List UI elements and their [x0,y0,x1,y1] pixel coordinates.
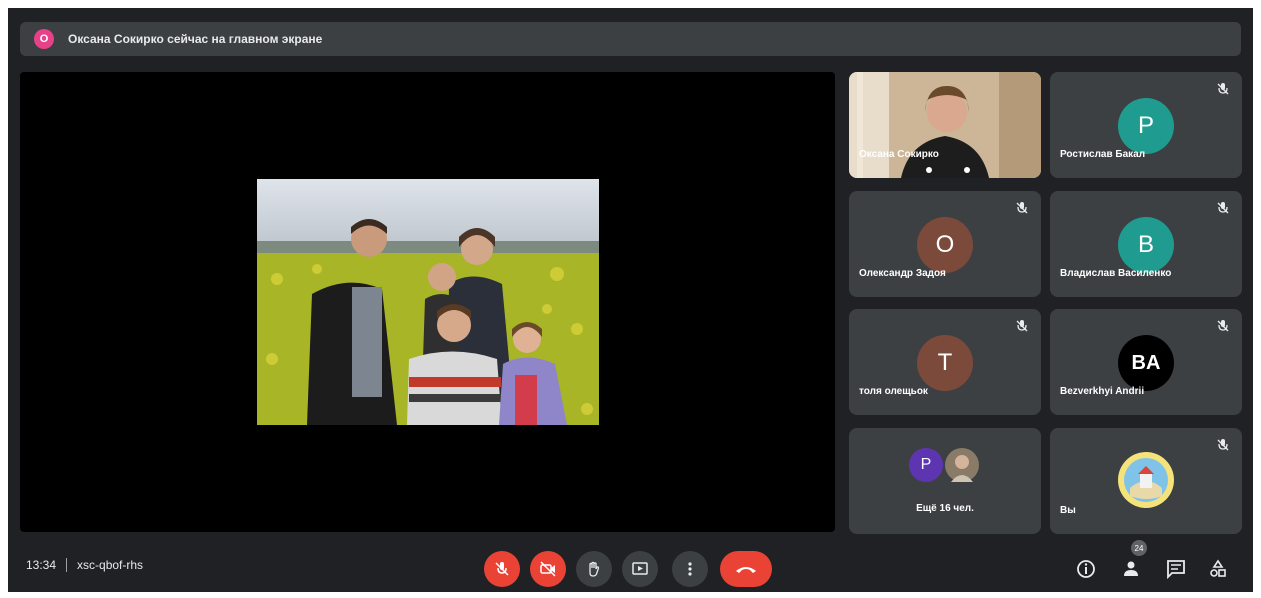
presenter-banner: O Оксана Сокирко сейчас на главном экран… [20,22,1241,56]
info-icon[interactable] [1075,558,1097,580]
chat-icon[interactable] [1165,558,1187,580]
camera-toggle-button[interactable] [530,551,566,587]
mic-off-icon [495,562,509,576]
mic-off-icon [1217,202,1229,214]
end-call-button[interactable] [720,551,772,587]
more-options-button[interactable] [672,551,708,587]
mic-off-icon [1217,439,1229,451]
participant-name: Ростислав Бакал [1060,149,1146,160]
self-avatar-emblem [1118,452,1174,508]
shared-photo [257,179,599,425]
participant-name: Оксана Сокирко [859,149,939,160]
self-tile[interactable]: Вы [1050,428,1242,534]
mic-off-icon [1217,320,1229,332]
present-button[interactable] [622,551,658,587]
participant-name: Bezverkhyi Andrii [1060,386,1145,397]
bottom-toolbar: 13:34 xsc-qbof-rhs 24 [8,538,1253,592]
participant-tile-oksana[interactable]: Оксана Сокирко [849,72,1041,178]
participant-name: Олександр Задоя [859,268,946,279]
meeting-info: 13:34 xsc-qbof-rhs [26,558,143,572]
activities-icon[interactable] [1207,558,1229,580]
more-participants-tile[interactable]: P Ещё 16 чел. [849,428,1041,534]
participant-tile-bezverkhyi[interactable]: BA Bezverkhyi Andrii [1050,309,1242,415]
participant-avatar: T [917,335,973,391]
participants-count-badge: 24 [1131,540,1147,556]
people-icon[interactable] [1120,558,1142,580]
mic-toggle-button[interactable] [484,551,520,587]
participant-tile-oleksandr[interactable]: O Олександр Задоя [849,191,1041,297]
clock-time: 13:34 [26,558,57,572]
participant-name: толя олещьок [859,386,928,397]
divider [66,558,68,572]
mic-off-icon [1016,202,1028,214]
participant-avatar: P [909,448,943,482]
participant-tile-tolya[interactable]: T толя олещьок [849,309,1041,415]
mic-off-icon [1217,83,1229,95]
camera-off-icon [540,561,556,577]
meeting-code: xsc-qbof-rhs [77,558,144,572]
more-icon [688,562,692,576]
meet-window: O Оксана Сокирко сейчас на главном экран… [8,8,1253,592]
present-icon [632,562,648,575]
raise-hand-button[interactable] [576,551,612,587]
presenter-banner-text: Оксана Сокирко сейчас на главном экране [68,32,323,46]
participant-avatar: P [1118,98,1174,154]
main-stage [20,72,835,532]
mic-off-icon [1016,320,1028,332]
participant-video [849,72,1041,178]
self-label: Вы [1060,505,1076,516]
participant-avatar: BA [1118,335,1174,391]
more-participants-label: Ещё 16 чел. [916,503,974,514]
participant-tile-rostyslav[interactable]: P Ростислав Бакал [1050,72,1242,178]
participant-avatar: O [917,217,973,273]
participant-avatar: B [1118,217,1174,273]
participant-photo-avatar [945,448,979,482]
participant-name: Владислав Василенко [1060,268,1172,279]
participant-tile-vladyslav[interactable]: B Владислав Василенко [1050,191,1242,297]
presenter-avatar: O [34,29,54,49]
end-call-icon [736,567,756,573]
hand-icon [589,561,600,577]
